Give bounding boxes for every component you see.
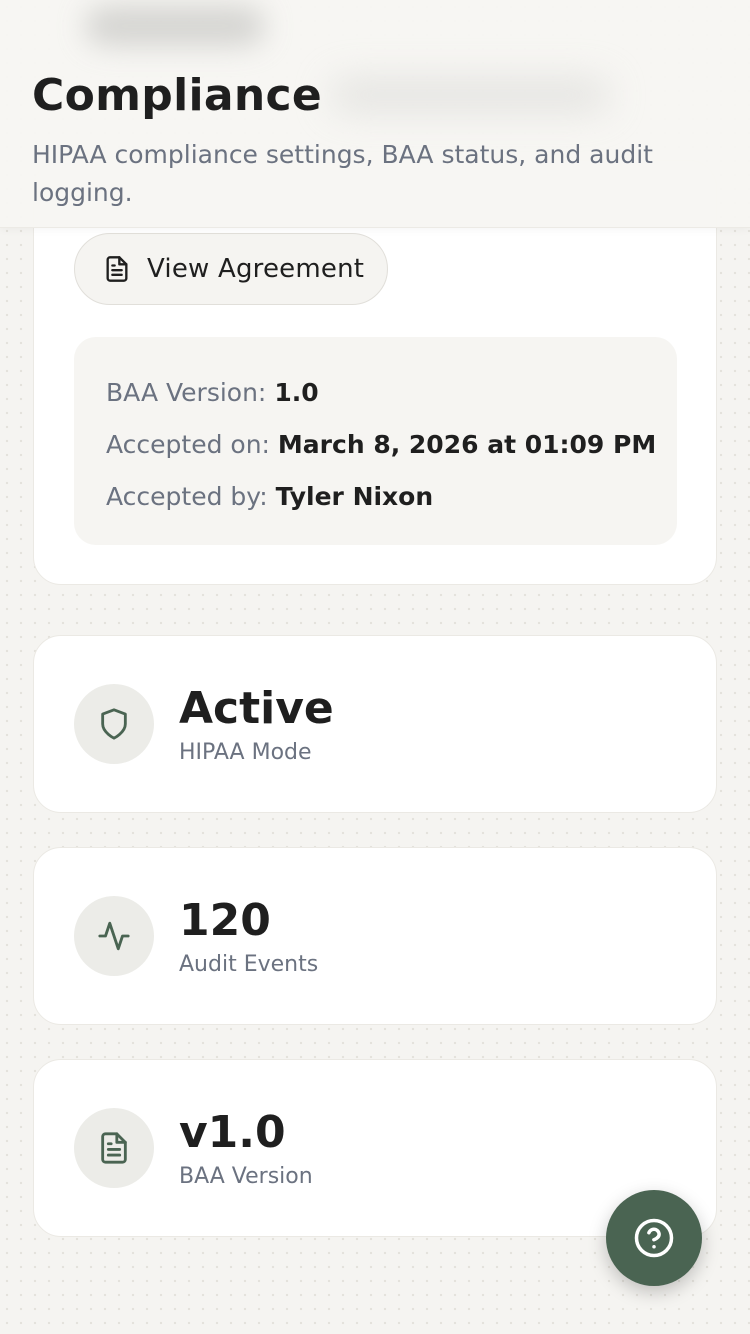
baa-details: BAA Version: 1.0 Accepted on: March 8, 2… bbox=[74, 337, 677, 545]
accepted-by-label: Accepted by: bbox=[106, 482, 268, 511]
audit-events-label: Audit Events bbox=[179, 952, 319, 977]
help-button[interactable] bbox=[606, 1190, 702, 1286]
view-agreement-label: View Agreement bbox=[147, 254, 365, 284]
baa-version-value: 1.0 bbox=[274, 378, 319, 407]
page-title: Compliance bbox=[32, 70, 322, 121]
accepted-on-label: Accepted on: bbox=[106, 430, 270, 459]
shield-icon bbox=[74, 684, 154, 764]
baa-version-stat-value: v1.0 bbox=[179, 1107, 286, 1158]
hipaa-mode-label: HIPAA Mode bbox=[179, 740, 312, 765]
view-agreement-button[interactable]: View Agreement bbox=[74, 233, 388, 305]
page-subtitle: HIPAA compliance settings, BAA status, a… bbox=[32, 140, 653, 207]
audit-events-value: 120 bbox=[179, 895, 271, 946]
accepted-on-row: Accepted on: March 8, 2026 at 01:09 PM bbox=[106, 419, 656, 471]
baa-version-label: BAA Version: bbox=[106, 378, 267, 407]
baa-version-stat-label: BAA Version bbox=[179, 1164, 313, 1189]
baa-version-row: BAA Version: 1.0 bbox=[106, 367, 645, 419]
activity-icon bbox=[74, 896, 154, 976]
accepted-by-row: Accepted by: Tyler Nixon bbox=[106, 471, 645, 523]
blurred-content bbox=[330, 78, 610, 112]
audit-events-card: 120 Audit Events bbox=[33, 847, 717, 1025]
hipaa-mode-card: Active HIPAA Mode bbox=[33, 635, 717, 813]
file-text-icon bbox=[106, 256, 128, 282]
help-circle-icon bbox=[634, 1218, 674, 1258]
accepted-on-value: March 8, 2026 at 01:09 PM bbox=[277, 430, 657, 459]
hipaa-mode-value: Active bbox=[179, 683, 334, 734]
accepted-by-value: Tyler Nixon bbox=[275, 482, 434, 511]
blurred-content bbox=[85, 6, 265, 46]
file-text-icon bbox=[74, 1108, 154, 1188]
page-header: Compliance HIPAA compliance settings, BA… bbox=[0, 0, 750, 228]
